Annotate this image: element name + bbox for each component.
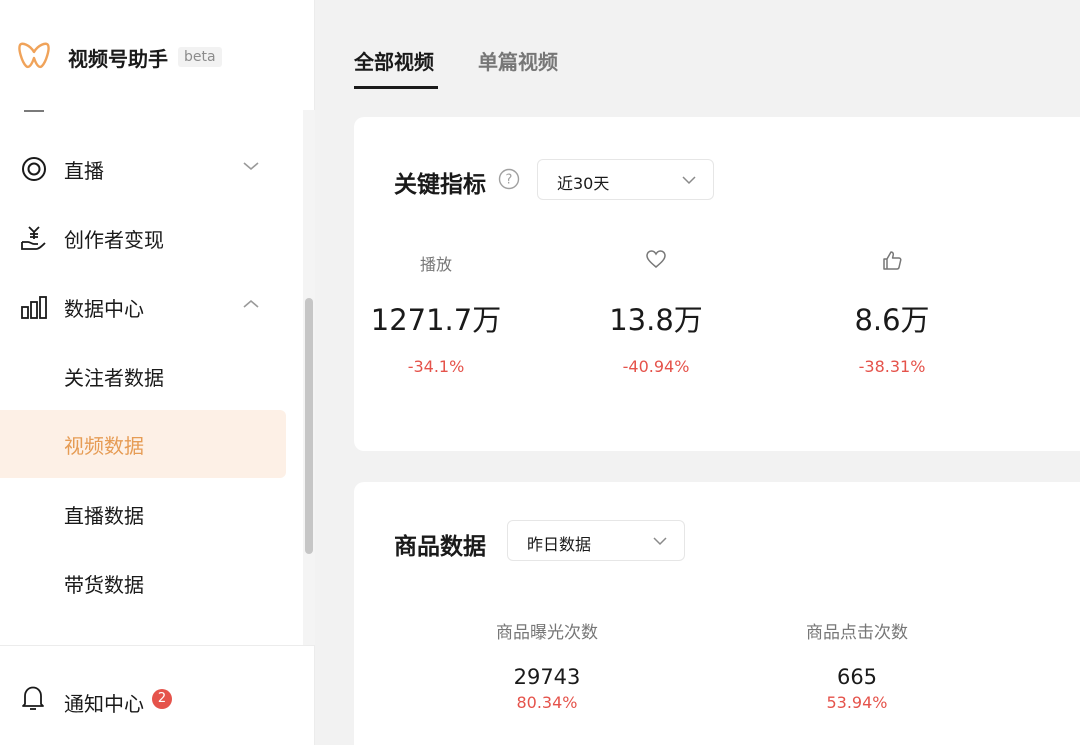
sidebar-item-label: 直播 [64,158,104,183]
metric-likes-heart: 13.8万 -40.94% [586,249,726,376]
sidebar-item-data-center[interactable]: 数据中心 [0,273,286,341]
key-metrics-range-select[interactable]: 近30天 [537,159,714,200]
sidebar-item-video-data[interactable]: 视频数据 [0,410,286,478]
metric-value: 13.8万 [609,303,703,337]
sidebar-item-label: 关注者数据 [64,365,164,390]
chevron-down-icon [653,537,667,546]
sidebar-item-label: 视频数据 [64,433,144,458]
divider [0,645,315,646]
goods-range-select[interactable]: 昨日数据 [507,520,685,561]
metric-label [586,249,726,275]
goods-clicks: 商品点击次数 665 53.94% [782,618,932,712]
sidebar-scrollbar[interactable] [305,298,313,554]
money-hand-icon [20,224,48,252]
goods-data-card: 商品数据 昨日数据 商品曝光次数 29743 80.34% 商品点击次数 665… [354,482,1080,745]
goods-data-title: 商品数据 [394,534,486,560]
metric-value: 8.6万 [854,303,930,337]
goods-metric-value: 665 [836,665,878,689]
butterfly-logo-icon [18,41,50,73]
metric-plays: 播放 1271.7万 -34.1% [366,251,506,376]
goods-metric-label: 商品曝光次数 [496,623,598,643]
sidebar-item-label: 带货数据 [64,572,144,597]
beta-badge: beta [178,47,222,67]
chevron-down-icon [682,176,696,185]
metric-change: -34.1% [407,357,465,376]
brand[interactable]: 视频号助手 beta [18,40,222,74]
metric-value: 1271.7万 [370,303,502,337]
chevron-up-icon[interactable] [242,295,260,313]
thumbs-up-icon [883,251,902,270]
bar-chart-icon [20,293,48,321]
key-metrics-card: 关键指标 ? 近30天 播放 1271.7万 -34.1% 13.8万 -40.… [354,117,1080,451]
collapsed-section-indicator [24,110,44,112]
sidebar-item-label: 创作者变现 [64,227,164,252]
goods-metric-change: 80.34% [516,693,578,712]
goods-metric-label: 商品点击次数 [806,623,908,643]
notification-count-badge: 2 [152,689,172,709]
sidebar-item-label: 数据中心 [64,296,144,321]
sidebar-item-live[interactable]: 直播 [0,135,286,203]
sidebar-item-sales-data[interactable]: 带货数据 [0,549,286,617]
key-metrics-range-value: 近30天 [557,174,610,193]
active-tab-indicator [354,86,438,89]
sidebar-item-label: 直播数据 [64,503,144,528]
sidebar-item-notifications[interactable]: 通知中心 2 [0,670,300,730]
metric-change: -40.94% [622,357,690,376]
sidebar-item-monetization[interactable]: 创作者变现 [0,204,286,272]
notifications-label: 通知中心 [64,692,144,716]
goods-metric-change: 53.94% [826,693,888,712]
heart-icon [646,250,666,268]
live-ring-icon [20,155,48,183]
goods-metric-value: 29743 [513,665,581,689]
metric-change: -38.31% [858,357,926,376]
goods-range-value: 昨日数据 [527,535,592,554]
sidebar-item-follower-data[interactable]: 关注者数据 [0,342,286,410]
metric-label: 播放 [419,255,452,274]
chevron-down-icon[interactable] [242,157,260,175]
svg-text:?: ? [506,173,513,188]
goods-exposure: 商品曝光次数 29743 80.34% [472,618,622,712]
tab-single-video[interactable]: 单篇视频 [478,46,558,75]
bell-icon [20,684,48,714]
sidebar: 视频号助手 beta 直播 创作者变现 数据中心 关注者数据 视频数据 直播数据… [0,0,315,745]
tab-all-videos[interactable]: 全部视频 [354,46,434,75]
metric-label [822,249,962,275]
brand-title: 视频号助手 [68,46,168,71]
key-metrics-title: 关键指标 [394,172,486,198]
question-circle-icon[interactable]: ? [498,168,520,190]
sidebar-item-live-data[interactable]: 直播数据 [0,480,286,548]
metric-thumbs-up: 8.6万 -38.31% [822,249,962,376]
